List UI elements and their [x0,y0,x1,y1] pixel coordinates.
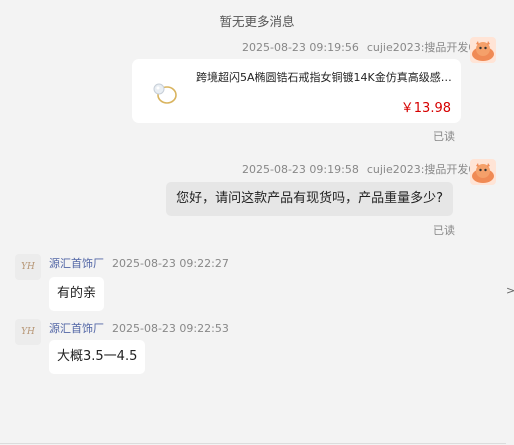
message-bubble[interactable]: 有的亲 [49,277,105,311]
message-time: 2025-08-23 09:19:58 [242,163,359,176]
avatar[interactable]: YH [15,254,41,280]
cartoon-avatar-icon [472,41,494,61]
product-card[interactable]: 跨境超闪5A椭圆锆石戒指女铜镀14K金仿真高级感轻... ￥13.98 [132,59,461,123]
chat-panel: 暂无更多消息 2025-08-23 09:19:56 cujie2023:搜品开发… [0,0,506,445]
no-more-messages: 暂无更多消息 [219,14,295,29]
message-meta: 源汇首饰厂 2025-08-23 09:22:53 [49,320,229,336]
product-price: ￥13.98 [400,101,451,116]
product-thumbnail [146,72,184,110]
avatar[interactable] [470,37,496,63]
product-title: 跨境超闪5A椭圆锆石戒指女铜镀14K金仿真高级感轻... [196,71,454,84]
ring-icon [153,83,177,104]
message-bubble[interactable]: 大概3.5一4.5 [49,340,146,374]
cartoon-avatar-icon [472,163,494,183]
message-meta: 2025-08-23 09:19:58 cujie2023:搜品开发086 [242,161,489,177]
read-status: 已读 [433,224,455,237]
divider [0,443,506,444]
message-meta: 2025-08-23 09:19:56 cujie2023:搜品开发086 [242,39,489,55]
message-sender: 源汇首饰厂 [49,322,104,335]
message-time: 2025-08-23 09:19:56 [242,41,359,54]
avatar[interactable]: YH [15,319,41,345]
message-meta: 源汇首饰厂 2025-08-23 09:22:27 [49,255,229,271]
message-time: 2025-08-23 09:22:27 [112,257,229,270]
read-status: 已读 [433,130,455,143]
message-time: 2025-08-23 09:22:53 [112,322,229,335]
avatar[interactable] [470,159,496,185]
avatar-initials: YH [21,327,35,337]
avatar-initials: YH [21,262,35,272]
message-bubble[interactable]: 您好，请问这款产品有现货吗，产品重量多少? [166,182,453,216]
chevron-right-icon[interactable]: > [506,284,514,297]
message-sender: 源汇首饰厂 [49,257,104,270]
